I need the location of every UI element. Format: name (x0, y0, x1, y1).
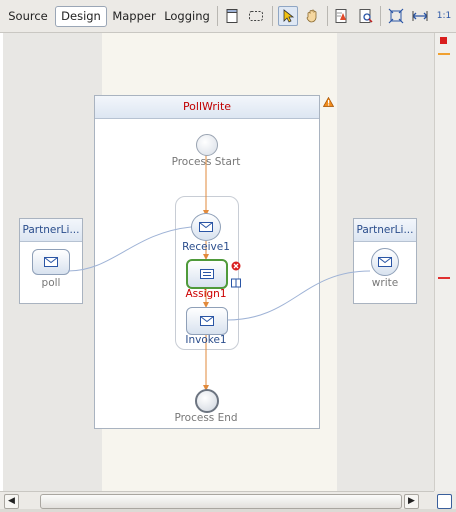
error-icon[interactable] (231, 261, 241, 274)
editor-toolbar: Source Design Mapper Logging 1:1 (0, 0, 456, 33)
assign-activity[interactable] (186, 259, 228, 289)
hand-icon[interactable] (302, 6, 322, 26)
fit-diagram-icon[interactable] (386, 6, 406, 26)
tab-mapper[interactable]: Mapper (110, 6, 158, 26)
warning-marker[interactable] (438, 53, 450, 55)
tab-logging[interactable]: Logging (162, 6, 212, 26)
pointer-icon[interactable] (278, 6, 298, 26)
vertical-scrollbar[interactable] (434, 33, 456, 491)
assign-icon (200, 269, 214, 279)
error-marker[interactable] (440, 37, 447, 44)
navigator-icon[interactable] (437, 494, 452, 509)
process-end-label: Process End (174, 412, 238, 424)
palette-icon[interactable] (222, 6, 242, 26)
process-start-label: Process Start (171, 156, 241, 168)
toolbar-separator (272, 6, 273, 26)
horizontal-scrollbar[interactable]: ◀ ▶ (0, 491, 434, 510)
receive-activity[interactable] (191, 213, 221, 241)
invoke-label: Invoke1 (185, 334, 227, 346)
toolbar-separator (217, 6, 218, 26)
toolbar-separator (327, 6, 328, 26)
marquee-select-icon[interactable] (246, 6, 266, 26)
tab-design[interactable]: Design (55, 6, 107, 27)
envelope-icon (200, 316, 214, 326)
invoke-activity[interactable] (186, 307, 228, 335)
actual-size-icon[interactable]: 1:1 (434, 6, 454, 26)
zoom-icon[interactable] (356, 6, 376, 26)
envelope-icon (199, 222, 213, 232)
tab-source[interactable]: Source (6, 6, 50, 26)
design-canvas[interactable]: PollWrite PartnerLi... poll PartnerLi...… (3, 33, 434, 491)
process-start-node[interactable] (196, 134, 218, 156)
scrollbar-thumb[interactable] (40, 494, 402, 509)
toolbar-separator (380, 6, 381, 26)
receive-label: Receive1 (182, 241, 230, 253)
assign-label: Assign1 (185, 288, 227, 300)
scroll-right-button[interactable]: ▶ (404, 494, 419, 509)
error-marker[interactable] (438, 277, 450, 279)
validate-icon[interactable] (332, 6, 352, 26)
scroll-left-button[interactable]: ◀ (4, 494, 19, 509)
fit-width-icon[interactable] (410, 6, 430, 26)
process-end-node[interactable] (195, 389, 219, 413)
